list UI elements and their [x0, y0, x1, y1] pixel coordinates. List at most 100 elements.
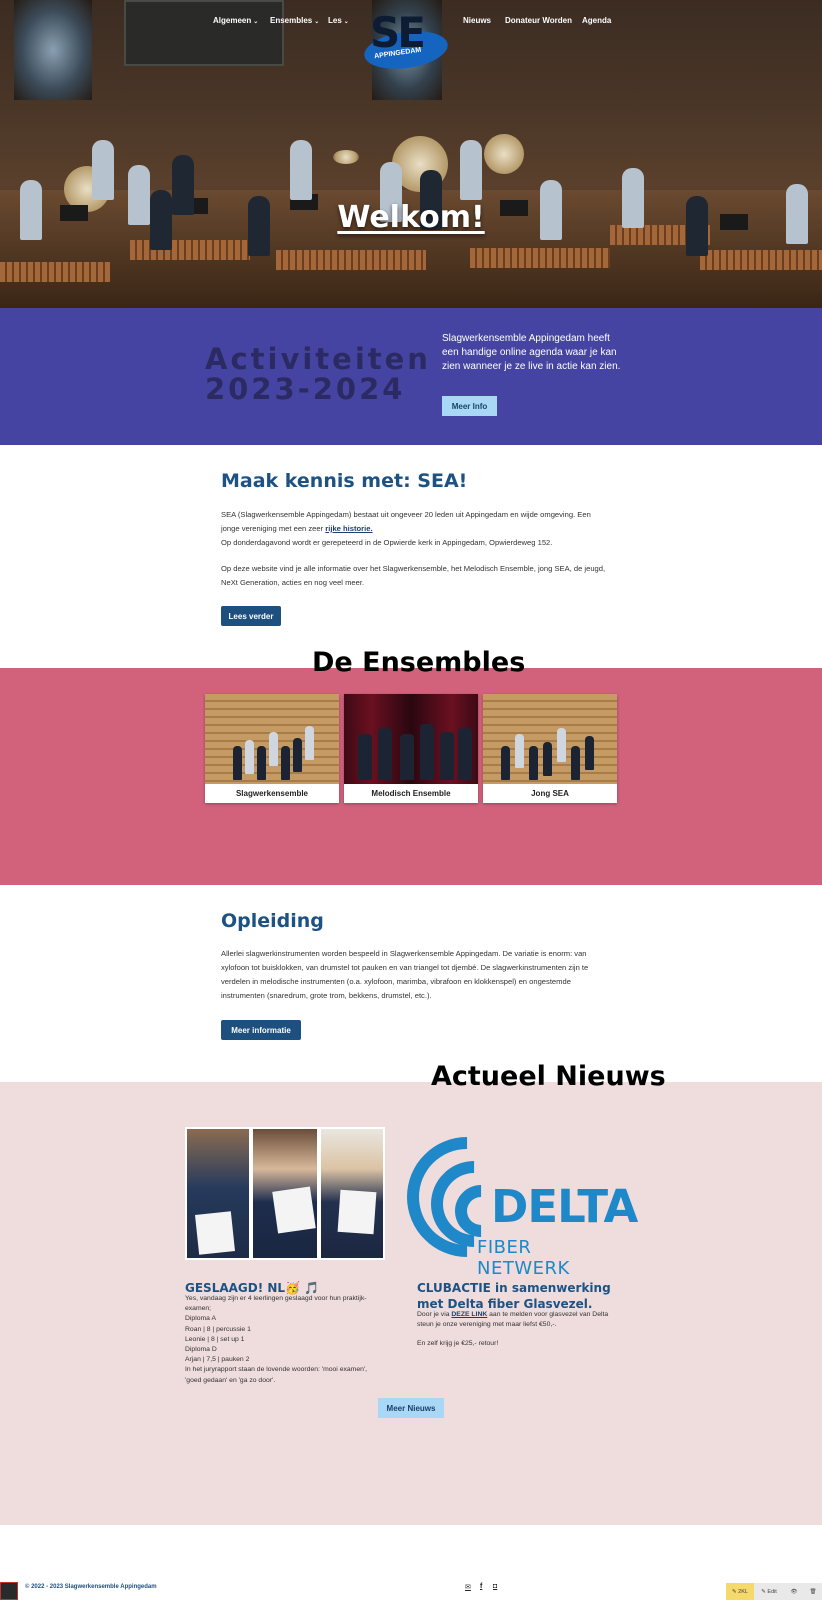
musician: [460, 140, 482, 200]
member-figure: [257, 746, 266, 780]
training-section: Opleiding Allerlei slagwerkinstrumenten …: [0, 885, 822, 1082]
news-item-1-text: Yes, vandaag zijn er 4 leerlingen geslaa…: [185, 1294, 385, 1384]
chevron-down-icon: ⌄: [253, 19, 259, 25]
nav-item-donateur-worden[interactable]: Donateur Worden: [505, 16, 572, 25]
diploma-sheet: [337, 1189, 377, 1235]
ensembles-title: De Ensembles: [312, 647, 526, 678]
member-figure: [281, 746, 290, 780]
hero-panel-left: [14, 0, 92, 100]
news-item-2-paragraph: Door je via DEZE LINK aan te melden voor…: [417, 1310, 617, 1330]
nav-item-agenda[interactable]: Agenda: [582, 16, 611, 25]
chevron-down-icon: ⌄: [343, 19, 349, 25]
ensemble-card-melodisch-ensemble[interactable]: Melodisch Ensemble: [344, 694, 478, 803]
musician: [92, 140, 114, 200]
member-figure: [400, 734, 414, 780]
nav-label: Ensembles: [270, 16, 313, 25]
nav-item-nieuws[interactable]: Nieuws: [463, 16, 491, 25]
ensemble-photo: [205, 694, 339, 784]
more-news-button[interactable]: Meer Nieuws: [378, 1398, 444, 1418]
copyright-text: © 2022 - 2023 Slagwerkensemble Appingeda…: [25, 1584, 157, 1590]
member-figure: [501, 746, 510, 780]
marimba-shape: [700, 250, 822, 270]
delta-logo-text: DELTA: [491, 1180, 638, 1233]
member-figure: [571, 746, 580, 780]
member-figure: [557, 728, 566, 762]
site-logo[interactable]: SE APPINGEDAM: [360, 8, 451, 74]
musician: [290, 140, 312, 200]
member-figure: [378, 728, 392, 780]
intro-title: Maak kennis met: SEA!: [221, 470, 468, 492]
admin-avatar[interactable]: [0, 1582, 18, 1600]
news-line: Diploma D: [185, 1346, 217, 1354]
member-figure: [293, 738, 302, 772]
member-figure: [233, 746, 242, 780]
ensemble-card-jong-sea[interactable]: Jong SEA: [483, 694, 617, 803]
member-figure: [585, 736, 594, 770]
drum-shape: [484, 134, 524, 174]
news-item-2-paragraph-2: En zelf krijg je €25,- retour!: [417, 1340, 499, 1348]
intro-text: Op donderdagavond wordt er gerepeteerd i…: [221, 538, 553, 547]
diploma-sheet: [272, 1186, 316, 1234]
intro-section: Maak kennis met: SEA! SEA (Slagwerkensem…: [0, 445, 822, 668]
member-figure: [305, 726, 314, 760]
mail-icon[interactable]: ✉: [465, 1583, 471, 1591]
marimba-shape: [0, 262, 110, 282]
nav-item-ensembles[interactable]: Ensembles ⌄: [270, 16, 319, 25]
member-figure: [245, 740, 254, 774]
news-line: Roan | 8 | percussie 1: [185, 1325, 251, 1333]
news-line: Diploma A: [185, 1315, 216, 1323]
marimba-shape: [130, 240, 250, 260]
nav-item-les[interactable]: Les ⌄: [328, 16, 349, 25]
intro-text: SEA (Slagwerkensemble Appingedam) bestaa…: [221, 510, 591, 533]
template-edit-button[interactable]: ✎ 2KL: [726, 1583, 754, 1600]
chevron-down-icon: ⌄: [314, 19, 320, 25]
delta-link[interactable]: DEZE LINK: [451, 1311, 487, 1318]
marimba-shape: [470, 248, 610, 268]
news-line: Arjan | 7,5 | pauken 2: [185, 1356, 250, 1364]
news-section: [0, 1082, 822, 1525]
news-title: Actueel Nieuws: [431, 1061, 666, 1092]
intro-paragraph-1: SEA (Slagwerkensemble Appingedam) bestaa…: [221, 508, 606, 550]
member-figure: [420, 724, 434, 780]
news-item-2-text: Door je via DEZE LINK aan te melden voor…: [417, 1310, 617, 1360]
ensemble-card-label: Melodisch Ensemble: [371, 789, 451, 798]
member-figure: [543, 742, 552, 776]
read-more-button[interactable]: Lees verder: [221, 606, 281, 626]
history-link[interactable]: rijke historie.: [325, 524, 372, 533]
nav-item-algemeen[interactable]: Algemeen ⌄: [213, 16, 258, 25]
member-figure: [358, 734, 372, 780]
marimba-shape: [276, 250, 426, 270]
ensemble-card-slagwerkensemble[interactable]: Slagwerkensemble: [205, 694, 339, 803]
activities-more-info-button[interactable]: Meer Info: [442, 396, 497, 416]
news-item-2-image[interactable]: DELTA FIBER NETWERK: [382, 1112, 638, 1282]
nav-label: Algemeen: [213, 16, 252, 25]
ensemble-card-label: Jong SEA: [531, 789, 569, 798]
member-figure: [458, 728, 472, 780]
member-figure: [529, 746, 538, 780]
instagram-icon[interactable]: ◘: [493, 1583, 497, 1590]
eye-icon[interactable]: 👁: [784, 1583, 804, 1600]
activities-title: Activiteiten 2023-2024: [205, 342, 431, 406]
activities-text: Slagwerkensemble Appingedam heeft een ha…: [442, 333, 621, 372]
training-title: Opleiding: [221, 910, 324, 932]
news-text: Door je via: [417, 1311, 452, 1318]
member-figure: [515, 734, 524, 768]
nav-label: Les: [328, 16, 342, 25]
news-line: Leonie | 8 | set up 1: [185, 1335, 245, 1343]
footer: © 2022 - 2023 Slagwerkensemble Appingeda…: [0, 1525, 822, 1600]
ensemble-photo: [483, 694, 617, 784]
news-item-2-title[interactable]: CLUBACTIE in samenwerking met Delta fibe…: [417, 1280, 622, 1312]
drum-shape: [333, 150, 359, 164]
ensemble-card-label: Slagwerkensemble: [235, 789, 309, 798]
edit-button[interactable]: ✎ Edit: [754, 1583, 784, 1600]
hero-title: Welkom!: [337, 200, 485, 235]
more-information-button[interactable]: Meer informatie: [221, 1020, 301, 1040]
admin-toolbar: ✎ 2KL ✎ Edit 👁 🗑: [726, 1583, 822, 1600]
member-figure: [440, 732, 454, 780]
news-item-1-image[interactable]: [185, 1127, 385, 1260]
trash-icon[interactable]: 🗑: [804, 1583, 822, 1600]
delta-logo-subtext: FIBER NETWERK: [477, 1237, 570, 1279]
activities-banner: Activiteiten 2023-2024 Slagwerkensemble …: [0, 308, 822, 445]
news-line: In het juryrapport staan de lovende woor…: [185, 1366, 368, 1384]
facebook-icon[interactable]: f: [480, 1583, 482, 1590]
